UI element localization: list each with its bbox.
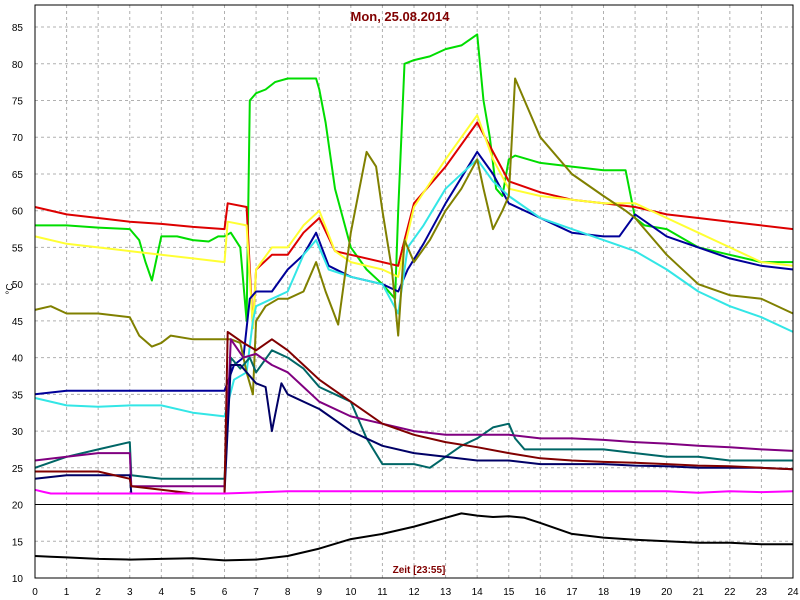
x-tick-label: 15: [503, 587, 515, 598]
x-tick-label: 20: [661, 587, 673, 598]
y-tick-label: 35: [12, 390, 24, 401]
x-tick-label: 7: [253, 587, 259, 598]
x-tick-label: 24: [787, 587, 799, 598]
x-tick-label: 13: [440, 587, 452, 598]
y-tick-label: 85: [12, 23, 24, 34]
x-tick-label: 19: [630, 587, 642, 598]
x-tick-label: 14: [472, 587, 484, 598]
x-tick-label: 5: [190, 587, 196, 598]
y-tick-label: 70: [12, 133, 24, 144]
x-tick-label: 1: [64, 587, 70, 598]
y-tick-label: 15: [12, 537, 24, 548]
series-line-2: [34, 121, 794, 330]
y-tick-label: 25: [12, 464, 24, 475]
x-tick-label: 11: [377, 587, 388, 598]
y-axis-label: °C: [5, 283, 16, 294]
x-tick-label: 3: [127, 587, 133, 598]
y-tick-label: 75: [12, 97, 24, 108]
y-tick-labels: 10152025303540455055606570758085: [12, 23, 24, 585]
x-tick-label: 8: [285, 587, 291, 598]
x-tick-label: 16: [535, 587, 547, 598]
x-tick-label: 6: [222, 587, 228, 598]
y-tick-label: 20: [12, 501, 24, 512]
x-tick-label: 18: [598, 587, 610, 598]
x-tick-label: 10: [345, 587, 357, 598]
y-tick-label: 30: [12, 427, 24, 438]
y-tick-label: 60: [12, 207, 24, 218]
x-tick-labels: 0 1 2 3 4 5 6 7 8 9 10 11 12 13 14 15 16 17 18 19 20 21 22 23 24: [32, 587, 799, 598]
x-axis-label: Zeit [23:55]: [393, 565, 446, 576]
y-tick-label: 10: [12, 574, 24, 585]
x-tick-label: 17: [566, 587, 578, 598]
x-tick-label: 4: [159, 587, 165, 598]
x-tick-label: 2: [95, 587, 101, 598]
x-tick-label: 0: [32, 587, 38, 598]
x-tick-label: 12: [408, 587, 420, 598]
y-tick-label: 45: [12, 317, 24, 328]
y-tick-label: 55: [12, 243, 24, 254]
temperature-chart: 10152025303540455055606570758085 0123456…: [5, 4, 799, 598]
x-tick-label: 21: [693, 587, 705, 598]
y-tick-label: 65: [12, 170, 24, 181]
x-tick-label: 23: [756, 587, 768, 598]
x-tick-label: 22: [724, 587, 736, 598]
y-tick-label: 80: [12, 60, 24, 71]
chart-title: Mon, 25.08.2014: [351, 9, 451, 24]
x-tick-label: 9: [316, 587, 322, 598]
y-tick-label: 40: [12, 354, 24, 365]
